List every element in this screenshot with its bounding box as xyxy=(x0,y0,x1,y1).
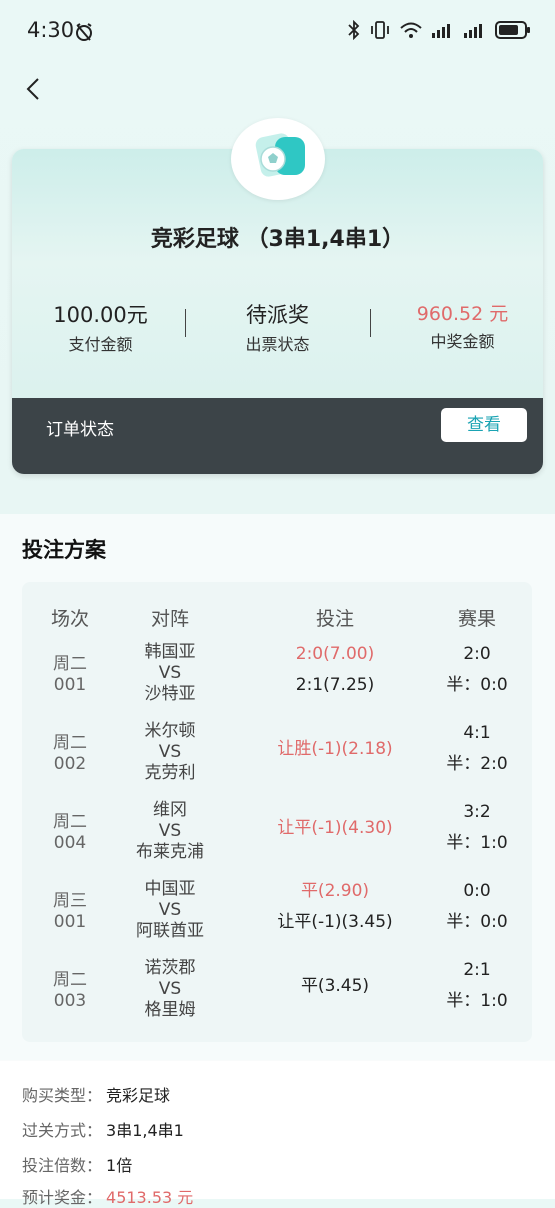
ticket-status-value: 待派奖 xyxy=(246,303,309,327)
order-status-bar: 订单状态 查看 xyxy=(12,398,543,474)
prize-amount-label: 中奖金额 xyxy=(430,332,495,351)
half-time-score: 半：1:0 xyxy=(446,833,508,853)
match-number: 001 xyxy=(53,912,87,932)
full-time-score: 4:1 xyxy=(463,723,491,743)
match-day: 周二 xyxy=(53,812,87,832)
half-time-score: 半：0:0 xyxy=(446,675,508,695)
wifi-icon xyxy=(400,22,422,38)
bet-option: 平(3.45) xyxy=(300,976,370,996)
table-row: 周二 003 诺茨郡 VS 格里姆 平(3.45) 2:1 半：1:0 xyxy=(22,958,532,1037)
vs-label: VS xyxy=(158,821,182,841)
away-team: 沙特亚 xyxy=(144,684,196,704)
half-time-score: 半：1:0 xyxy=(446,991,508,1011)
home-team: 中国亚 xyxy=(144,879,196,899)
prize-amount-stat: 960.52 元 中奖金额 xyxy=(374,299,543,352)
back-button[interactable] xyxy=(20,74,50,104)
lottery-title: 竞彩足球 （3串1,4串1） xyxy=(150,227,405,252)
home-team: 米尔顿 xyxy=(144,721,196,741)
football-logo xyxy=(231,118,325,200)
match-number: 004 xyxy=(53,833,87,853)
away-team: 布莱克浦 xyxy=(136,842,204,862)
bet-option: 让平(-1)(3.45) xyxy=(277,912,393,932)
pass-mode-row: 过关方式： 3串1,4串1 xyxy=(22,1117,184,1141)
header-result: 赛果 xyxy=(457,608,496,630)
bet-option-hit: 平(2.90) xyxy=(300,881,370,901)
battery-icon xyxy=(495,21,530,39)
away-team: 格里姆 xyxy=(144,1000,196,1020)
match-day: 周二 xyxy=(53,733,87,753)
signal-icon xyxy=(432,24,450,38)
bet-plan-table: 场次 对阵 投注 赛果 周二 001 韩国亚 VS 沙特亚 2:0(7.00) … xyxy=(22,582,532,1042)
purchase-type-row: 购买类型： 竞彩足球 xyxy=(22,1082,170,1106)
header-session: 场次 xyxy=(50,608,89,630)
bet-option-hit: 2:0(7.00) xyxy=(295,644,375,664)
bet-plan-section: 投注方案 场次 对阵 投注 赛果 周二 001 韩国亚 VS 沙特亚 2:0(7… xyxy=(0,514,555,1060)
stat-divider xyxy=(185,309,186,337)
table-row: 周二 002 米尔顿 VS 克劳利 让胜(-1)(2.18) 4:1 半：2:0 xyxy=(22,721,532,800)
football-icon xyxy=(255,133,305,177)
match-day: 周二 xyxy=(53,970,87,990)
vibrate-icon xyxy=(371,21,389,39)
pass-mode-value: 3串1,4串1 xyxy=(106,1121,184,1140)
vs-label: VS xyxy=(158,742,182,762)
bet-option-hit: 让平(-1)(4.30) xyxy=(277,818,393,838)
header-match: 对阵 xyxy=(150,608,189,630)
bet-multiple-value: 1倍 xyxy=(106,1156,133,1175)
header-bet: 投注 xyxy=(315,608,354,630)
half-time-score: 半：0:0 xyxy=(446,912,508,932)
purchase-type-label: 购买类型： xyxy=(22,1086,103,1105)
vs-label: VS xyxy=(158,900,182,920)
match-number: 001 xyxy=(53,675,87,695)
pass-mode-label: 过关方式： xyxy=(22,1121,103,1140)
prize-amount-value: 960.52 元 xyxy=(416,303,509,325)
full-time-score: 2:1 xyxy=(463,960,491,980)
bluetooth-icon xyxy=(348,20,360,40)
estimated-prize-value: 4513.53 元 xyxy=(106,1188,194,1207)
ticket-status-stat: 待派奖 出票状态 xyxy=(189,299,366,355)
match-day: 周二 xyxy=(53,654,87,674)
bet-multiple-label: 投注倍数： xyxy=(22,1156,103,1175)
stat-divider xyxy=(370,309,371,337)
away-team: 克劳利 xyxy=(144,763,196,783)
half-time-score: 半：2:0 xyxy=(446,754,508,774)
paid-amount-label: 支付金额 xyxy=(68,335,133,354)
away-team: 阿联酋亚 xyxy=(136,921,204,941)
paid-amount-stat: 100.00元 支付金额 xyxy=(12,299,189,355)
bet-option-hit: 让胜(-1)(2.18) xyxy=(277,739,393,759)
vs-label: VS xyxy=(158,979,182,999)
paid-amount-value: 100.00元 xyxy=(53,303,148,327)
match-day: 周三 xyxy=(53,891,87,911)
table-row: 周三 001 中国亚 VS 阿联酋亚 平(2.90) 让平(-1)(3.45) … xyxy=(22,879,532,958)
signal-icon-2 xyxy=(464,24,482,38)
bet-option: 2:1(7.25) xyxy=(295,675,375,695)
estimated-prize-label: 预计奖金： xyxy=(22,1188,103,1207)
table-row: 周二 004 维冈 VS 布莱克浦 让平(-1)(4.30) 3:2 半：1:0 xyxy=(22,800,532,879)
full-time-score: 2:0 xyxy=(463,644,491,664)
vs-label: VS xyxy=(158,663,182,683)
alarm-off-icon xyxy=(76,23,92,41)
bet-multiple-row: 投注倍数： 1倍 xyxy=(22,1152,132,1176)
match-number: 002 xyxy=(53,754,87,774)
ticket-status-label: 出票状态 xyxy=(245,335,310,354)
status-bar: 4:30 xyxy=(0,0,555,64)
order-status-label: 订单状态 xyxy=(46,420,114,440)
match-number: 003 xyxy=(53,991,87,1011)
table-row: 周二 001 韩国亚 VS 沙特亚 2:0(7.00) 2:1(7.25) 2:… xyxy=(22,642,532,721)
home-team: 诺茨郡 xyxy=(144,958,196,978)
full-time-score: 3:2 xyxy=(463,802,491,822)
home-team: 维冈 xyxy=(153,800,187,820)
purchase-type-value: 竞彩足球 xyxy=(106,1086,171,1105)
home-team: 韩国亚 xyxy=(144,642,196,662)
estimated-prize-row: 预计奖金： 4513.53 元 xyxy=(22,1184,193,1208)
status-time: 4:30 xyxy=(27,18,75,42)
view-order-button[interactable]: 查看 xyxy=(441,408,527,442)
full-time-score: 0:0 xyxy=(463,881,491,901)
bet-plan-title: 投注方案 xyxy=(22,538,106,562)
